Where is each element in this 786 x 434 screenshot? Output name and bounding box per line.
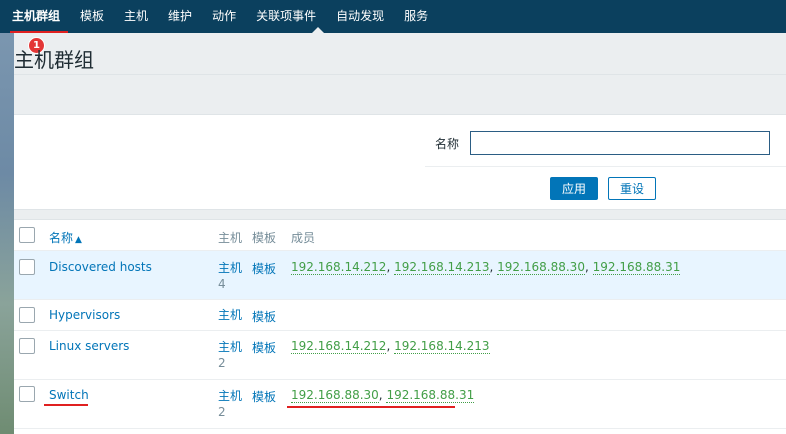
member-link[interactable]: 192.168.88.30	[291, 388, 379, 403]
hosts-link[interactable]: 主机	[218, 261, 242, 275]
hosts-cell: 主机 2	[218, 388, 248, 419]
nav-hosts[interactable]: 主机	[124, 0, 148, 33]
group-name-link[interactable]: Discovered hosts	[49, 260, 152, 274]
desktop-background	[0, 0, 14, 434]
select-all-checkbox[interactable]	[19, 227, 35, 243]
column-header-members: 成员	[291, 231, 316, 245]
column-header-name[interactable]: 名称 ▲	[49, 229, 82, 246]
nav-templates[interactable]: 模板	[80, 0, 104, 33]
table-header-row: 名称 ▲ 主机 模板 成员	[14, 220, 786, 251]
annotation-underline-switch	[44, 404, 88, 406]
nav-discovery[interactable]: 自动发现	[336, 0, 384, 33]
hosts-count: 4	[218, 277, 226, 291]
row-checkbox[interactable]	[19, 259, 35, 275]
hosts-link[interactable]: 主机	[218, 307, 242, 324]
member-link[interactable]: 192.168.14.213	[394, 339, 490, 354]
member-link[interactable]: 192.168.14.213	[394, 260, 490, 275]
hosts-cell: 主机 4	[218, 260, 248, 291]
hosts-count: 2	[218, 405, 226, 419]
member-link[interactable]: 192.168.88.31	[386, 388, 475, 403]
row-checkbox[interactable]	[19, 307, 35, 323]
filter-name-input[interactable]	[470, 131, 770, 155]
member-link[interactable]: 192.168.88.30	[497, 260, 585, 275]
table-row: Discovered hosts 主机 4 模板 192.168.14.212,…	[14, 251, 786, 300]
group-name-link[interactable]: Switch	[49, 388, 89, 402]
member-link[interactable]: 192.168.14.212	[291, 260, 387, 275]
top-navigation: 主机群组 模板 主机 维护 动作 关联项事件 自动发现 服务	[0, 0, 786, 33]
nav-maintenance[interactable]: 维护	[168, 0, 192, 33]
apply-button[interactable]: 应用	[550, 177, 598, 200]
members-list: 192.168.14.212, 192.168.14.213, 192.168.…	[291, 260, 681, 275]
member-link[interactable]: 192.168.88.31	[592, 260, 681, 275]
filter-divider	[425, 166, 786, 167]
nav-actions[interactable]: 动作	[212, 0, 236, 33]
filter-panel: 名称 应用 重设	[14, 114, 786, 210]
hosts-count: 2	[218, 356, 226, 370]
row-checkbox[interactable]	[19, 338, 35, 354]
column-header-hosts: 主机	[218, 231, 243, 245]
group-name-link[interactable]: Linux servers	[49, 339, 129, 353]
hosts-cell: 主机 2	[218, 339, 248, 370]
host-groups-table: 名称 ▲ 主机 模板 成员 Discovered hosts 主机 4 模板 19…	[14, 219, 786, 434]
column-header-templates: 模板	[252, 231, 277, 245]
nav-event-correlation[interactable]: 关联项事件	[256, 0, 316, 33]
group-name-link[interactable]: Hypervisors	[49, 308, 120, 322]
annotation-underline-nav	[10, 31, 68, 33]
members-list: 192.168.14.212, 192.168.14.213	[291, 339, 490, 354]
templates-link[interactable]: 模板	[252, 308, 276, 325]
hosts-link[interactable]: 主机	[218, 389, 242, 403]
nav-host-groups[interactable]: 主机群组	[12, 0, 60, 33]
reset-button[interactable]: 重设	[608, 177, 656, 200]
hosts-link[interactable]: 主机	[218, 340, 242, 354]
page-title: 主机群组	[14, 48, 94, 72]
templates-link[interactable]: 模板	[252, 388, 276, 405]
table-row: Hypervisors 主机 模板	[14, 300, 786, 331]
annotation-underline-members	[287, 406, 455, 408]
nav-caret-icon	[312, 27, 324, 33]
table-row: Linux servers 主机 2 模板 192.168.14.212, 19…	[14, 331, 786, 380]
templates-link[interactable]: 模板	[252, 339, 276, 356]
member-link[interactable]: 192.168.14.212	[291, 339, 387, 354]
column-header-name-label: 名称	[49, 231, 74, 245]
nav-services[interactable]: 服务	[404, 0, 428, 33]
filter-name-label: 名称	[435, 137, 460, 151]
row-checkbox[interactable]	[19, 386, 35, 402]
templates-link[interactable]: 模板	[252, 260, 276, 277]
members-list: 192.168.88.30, 192.168.88.31	[291, 388, 475, 403]
table-row: Switch 主机 2 模板 192.168.88.30, 192.168.88…	[14, 380, 786, 429]
sort-ascending-icon: ▲	[75, 235, 82, 245]
title-divider	[14, 74, 786, 75]
